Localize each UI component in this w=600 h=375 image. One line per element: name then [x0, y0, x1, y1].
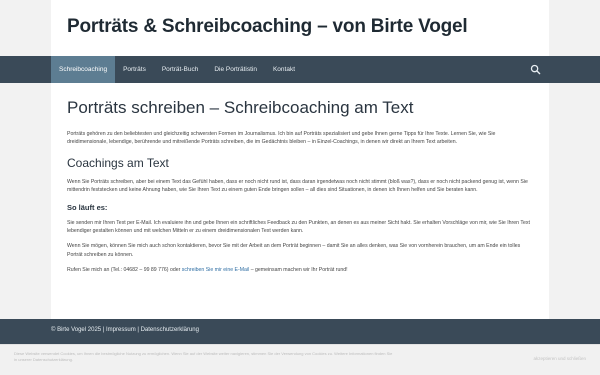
intro-paragraph: Porträts gehören zu den beliebtesten und…	[67, 131, 496, 146]
nav-item-portraets[interactable]: Porträts	[115, 56, 154, 83]
site-header: Porträts & Schreibcoaching – von Birte V…	[51, 0, 549, 56]
nav-item-schreibcoaching[interactable]: Schreibcoaching	[51, 56, 116, 83]
nav-item-die-portraetistin[interactable]: Die Porträtistin	[206, 56, 265, 83]
process-subheading: So läuft es:	[67, 202, 108, 212]
site-footer: © Birte Vogel 2025 | Impressum | Datensc…	[0, 319, 600, 344]
call-prefix: Rufen Sie mich an (Tel.: 04682 – 99 89 7…	[67, 267, 182, 274]
nav-items: Schreibcoaching Porträts Porträt-Buch Di…	[51, 56, 549, 83]
page-title: Porträts schreiben – Schreibcoaching am …	[67, 98, 414, 117]
datenschutz-link[interactable]: Datenschutzerklärung	[141, 327, 199, 333]
call-paragraph: Rufen Sie mich an (Tel.: 04682 – 99 89 7…	[67, 266, 533, 274]
cookie-text: Diese Website verwendet Cookies, um Ihne…	[14, 351, 393, 362]
nav-item-portraet-buch[interactable]: Porträt-Buch	[154, 56, 207, 83]
call-suffix: – gemeinsam machen wir Ihr Porträt rund!	[249, 267, 348, 274]
main-navigation: Schreibcoaching Porträts Porträt-Buch Di…	[0, 56, 600, 83]
site-title[interactable]: Porträts & Schreibcoaching – von Birte V…	[67, 16, 468, 38]
cookie-banner: Diese Website verwendet Cookies, um Ihne…	[0, 344, 600, 375]
nav-item-kontakt[interactable]: Kontakt	[265, 56, 303, 83]
process-paragraph: Sie senden mir Ihren Text per E-Mail. Ic…	[67, 219, 530, 235]
search-icon[interactable]	[530, 64, 541, 75]
footer-text: © Birte Vogel 2025 | Impressum | Datensc…	[51, 327, 199, 333]
email-link[interactable]: schreiben Sie mir eine E-Mail	[182, 267, 249, 273]
coaching-paragraph: Wenn Sie Porträts schreiben, aber bei ei…	[67, 178, 528, 194]
main-content: Porträts schreiben – Schreibcoaching am …	[51, 83, 549, 319]
contact-paragraph: Wenn Sie mögen, können Sie mich auch sch…	[67, 243, 521, 258]
copyright-text: © Birte Vogel 2025 |	[51, 327, 107, 333]
cookie-accept-button[interactable]: akzeptieren und schließen	[533, 356, 586, 361]
section-title: Coachings am Text	[67, 155, 169, 170]
impressum-link[interactable]: Impressum	[106, 327, 136, 333]
